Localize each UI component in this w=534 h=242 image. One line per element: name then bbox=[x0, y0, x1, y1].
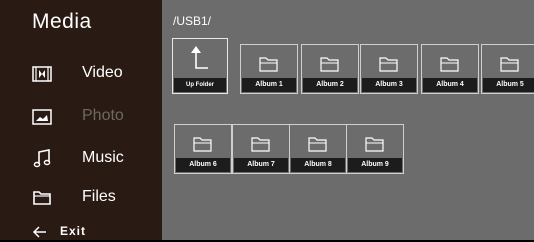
folder-label: Album 5 bbox=[483, 78, 534, 92]
sidebar-item-label: Music bbox=[82, 149, 124, 166]
photo-icon bbox=[32, 109, 52, 125]
folder-tile[interactable]: Album 3 bbox=[360, 44, 418, 94]
folder-tile[interactable]: Album 1 bbox=[240, 44, 298, 94]
folder-label: Album 6 bbox=[176, 158, 230, 172]
folder-icon bbox=[440, 57, 459, 72]
sidebar-item-video[interactable]: Video bbox=[0, 59, 162, 89]
folder-label: Album 2 bbox=[303, 78, 357, 92]
up-folder-label: Up Folder bbox=[174, 78, 226, 92]
folder-icon bbox=[365, 137, 384, 152]
folder-icon bbox=[320, 57, 339, 72]
sidebar-item-photo[interactable]: Photo bbox=[0, 102, 162, 132]
folder-icon bbox=[193, 137, 212, 152]
up-folder-tile[interactable]: Up Folder bbox=[172, 38, 228, 94]
film-icon bbox=[32, 66, 52, 82]
sidebar-item-label: Photo bbox=[82, 107, 124, 124]
folder-tile[interactable]: Album 4 bbox=[421, 44, 479, 94]
folder-tile[interactable]: Album 2 bbox=[301, 44, 359, 94]
folder-label: Album 4 bbox=[423, 78, 477, 92]
back-arrow-icon bbox=[32, 226, 46, 238]
folder-label: Album 3 bbox=[362, 78, 416, 92]
current-path: /USB1/ bbox=[173, 14, 212, 28]
folder-icon bbox=[33, 191, 51, 205]
exit-label: Exit bbox=[60, 224, 87, 238]
file-browser: /USB1/ Up Folder Album 1 Album 2 Album 3 bbox=[162, 0, 534, 240]
folder-tile[interactable]: Album 7 bbox=[232, 124, 290, 174]
sidebar: Media Video Photo Music Files Exit bbox=[0, 0, 162, 240]
folder-tile[interactable]: Album 5 bbox=[481, 44, 534, 94]
up-arrow-icon bbox=[191, 46, 208, 69]
folder-label: Album 7 bbox=[234, 158, 288, 172]
folder-tile[interactable]: Album 8 bbox=[289, 124, 347, 174]
folder-icon bbox=[500, 57, 519, 72]
folder-icon bbox=[379, 57, 398, 72]
folder-icon bbox=[308, 137, 327, 152]
folder-icon bbox=[251, 137, 270, 152]
sidebar-item-files[interactable]: Files bbox=[0, 183, 162, 213]
folder-label: Album 1 bbox=[242, 78, 296, 92]
folder-tile[interactable]: Album 6 bbox=[174, 124, 232, 174]
music-note-icon bbox=[33, 149, 51, 168]
sidebar-item-music[interactable]: Music bbox=[0, 144, 162, 174]
folder-label: Album 9 bbox=[348, 158, 402, 172]
folder-label: Album 8 bbox=[291, 158, 345, 172]
sidebar-item-label: Video bbox=[82, 64, 123, 81]
folder-tile[interactable]: Album 9 bbox=[346, 124, 404, 174]
sidebar-item-label: Files bbox=[82, 188, 116, 205]
app-title: Media bbox=[32, 10, 92, 33]
folder-icon bbox=[259, 57, 278, 72]
